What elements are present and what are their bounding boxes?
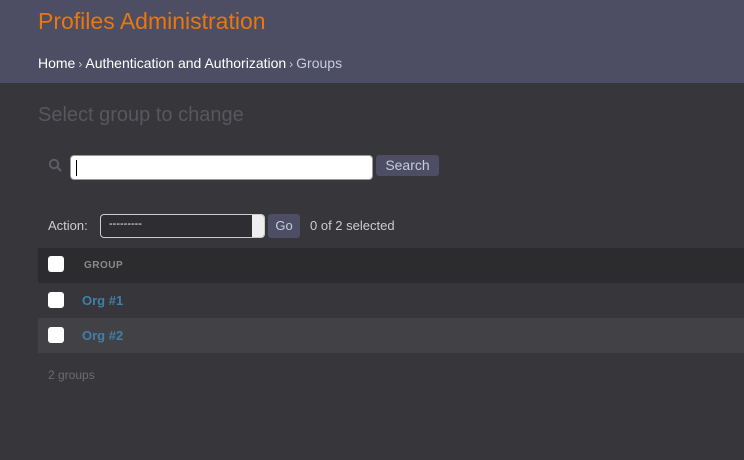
selected-counter: 0 of 2 selected xyxy=(310,218,395,233)
select-all-checkbox[interactable] xyxy=(48,256,64,272)
search-input[interactable] xyxy=(70,155,373,180)
row-checkbox[interactable] xyxy=(48,327,64,343)
text-caret xyxy=(76,160,77,176)
breadcrumb: Home › Authentication and Authorization › Gr… xyxy=(38,55,342,71)
table-row: Org #1 xyxy=(38,283,744,318)
page-title: Select group to change xyxy=(38,104,244,126)
paginator: 2 groups xyxy=(48,368,95,382)
breadcrumb-home[interactable]: Home xyxy=(38,55,75,71)
group-link[interactable]: Org #2 xyxy=(82,328,123,343)
action-select[interactable]: --------- xyxy=(100,214,265,238)
table-header: GROUP xyxy=(38,248,744,283)
breadcrumb-app[interactable]: Authentication and Authorization xyxy=(85,55,286,71)
select-scrollbar xyxy=(252,215,264,237)
search-icon xyxy=(48,158,62,172)
action-label: Action: xyxy=(48,218,88,233)
breadcrumb-separator: › xyxy=(78,57,83,71)
table-row: Org #2 xyxy=(38,318,744,353)
site-title[interactable]: Profiles Administration xyxy=(38,8,266,35)
action-select-value: --------- xyxy=(109,218,142,230)
row-checkbox[interactable] xyxy=(48,292,64,308)
search-button[interactable]: Search xyxy=(376,155,439,176)
column-header-group[interactable]: GROUP xyxy=(84,260,123,271)
header: Profiles Administration Home › Authenticat… xyxy=(0,0,744,83)
breadcrumb-separator: › xyxy=(289,57,294,71)
breadcrumb-current: Groups xyxy=(296,55,343,71)
group-link[interactable]: Org #1 xyxy=(82,293,123,308)
go-button[interactable]: Go xyxy=(268,214,300,238)
results-table: GROUP Org #1 Org #2 xyxy=(38,248,744,353)
